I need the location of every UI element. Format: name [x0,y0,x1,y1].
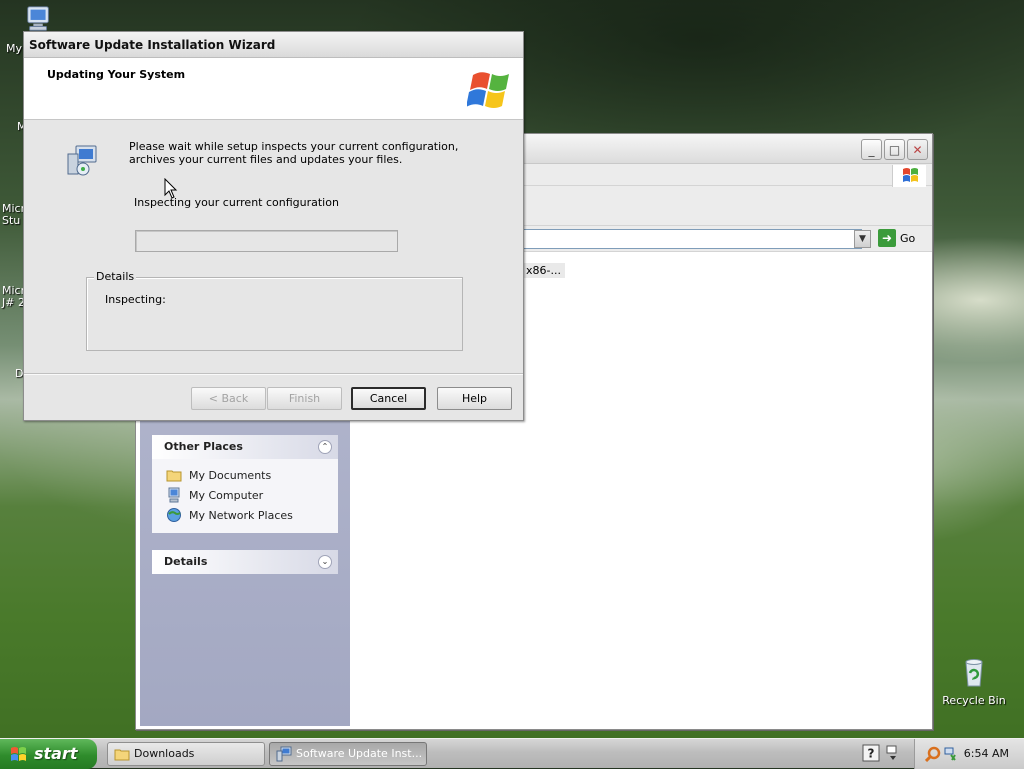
taskbar-item-downloads[interactable]: Downloads [107,742,265,766]
setup-computer-icon [67,145,97,176]
language-bar-icon[interactable] [884,744,902,762]
link-my-network-places[interactable]: My Network Places [166,505,338,525]
collapse-chevron-icon[interactable]: ⌃ [318,440,332,454]
progress-bar [135,230,398,252]
my-computer-icon [168,487,180,503]
maximize-button[interactable]: □ [884,139,905,160]
mouse-cursor-icon [164,178,178,199]
expand-chevron-icon[interactable]: ⌄ [318,555,332,569]
recycle-bin-icon [965,659,983,687]
details-legend: Details [94,270,137,283]
other-places-header[interactable]: Other Places ⌃ [152,435,338,459]
system-tray: 6:54 AM [914,739,1024,769]
installation-wizard-dialog[interactable]: Software Update Installation Wizard Upda… [23,31,524,421]
file-item[interactable]: x86-... [522,263,565,278]
start-button[interactable]: start [0,739,97,769]
folder-icon [166,470,182,482]
help-button[interactable]: Help [437,387,512,410]
taskbar: start Downloads Software Update Inst... … [0,738,1024,769]
setup-icon [276,746,292,762]
details-text: Inspecting: [105,293,166,306]
search-icon[interactable] [925,746,941,762]
back-button[interactable]: < Back [191,387,266,410]
minimize-button[interactable]: _ [861,139,882,160]
address-dropdown-button[interactable]: ▼ [854,230,871,248]
wizard-header-title: Updating Your System [47,68,186,81]
help-question-icon[interactable]: ? [862,744,880,762]
windows-flag-icon [11,747,26,761]
chevron-down-icon: ▼ [859,234,866,244]
finish-button[interactable]: Finish [267,387,342,410]
windows-flag-icon [903,168,918,182]
wizard-header: Updating Your System [24,58,523,120]
wizard-title-bar[interactable]: Software Update Installation Wizard [24,32,523,58]
taskbar-item-software-update[interactable]: Software Update Inst... [269,742,427,766]
go-arrow-icon: ➜ [878,229,896,247]
svg-text:?: ? [868,747,875,761]
link-my-computer[interactable]: My Computer [166,485,338,505]
windows-logo-throbber [892,165,926,187]
wizard-description: Please wait while setup inspects your cu… [129,140,459,166]
cancel-button[interactable]: Cancel [351,387,426,410]
details-groupbox: Details Inspecting: [86,270,463,351]
go-button[interactable]: ➜ Go [878,229,915,247]
link-my-documents[interactable]: My Documents [166,465,338,485]
desktop-icon-recycle-bin[interactable]: Recycle Bin [939,656,1009,707]
details-panel: Details ⌄ [152,550,338,574]
close-button[interactable]: ✕ [907,139,928,160]
other-places-panel: Other Places ⌃ My Documents My Computer … [152,435,338,533]
button-separator [24,373,523,375]
folder-icon [114,749,130,761]
windows-logo-icon [467,72,509,108]
maximize-icon: □ [888,142,901,157]
network-places-icon [167,508,181,522]
clock[interactable]: 6:54 AM [964,747,1009,760]
close-icon: ✕ [912,142,923,157]
my-computer-icon [27,6,49,31]
details-panel-header[interactable]: Details ⌄ [152,550,338,574]
minimize-icon: _ [868,142,875,157]
network-connection-icon[interactable] [943,746,959,762]
